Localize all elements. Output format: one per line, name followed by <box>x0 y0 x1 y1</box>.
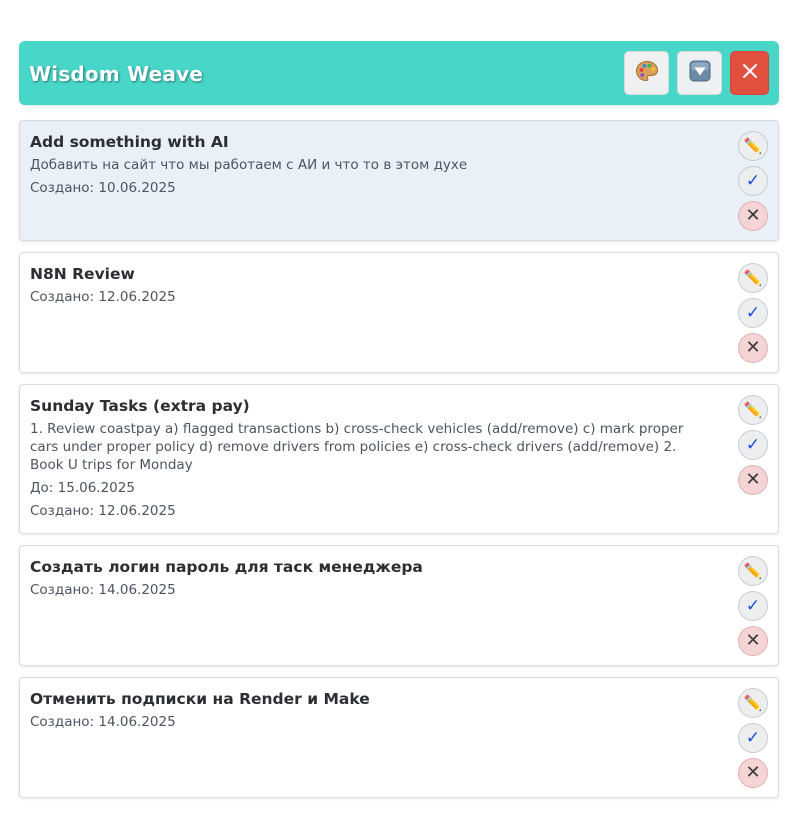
task-content: Отменить подписки на Render и Make Созда… <box>30 689 698 731</box>
x-icon: ✕ <box>745 337 761 358</box>
task-actions: ✏️ ✓ ✕ <box>738 263 768 368</box>
app-window: Wisdom Weave Add something with AI Добав… <box>0 0 800 829</box>
pencil-icon: ✏️ <box>743 269 763 287</box>
theme-button[interactable] <box>624 51 669 95</box>
task-card[interactable]: Отменить подписки на Render и Make Созда… <box>19 677 779 798</box>
pencil-icon: ✏️ <box>743 137 763 155</box>
delete-button[interactable]: ✕ <box>738 333 768 363</box>
task-content: N8N Review Создано: 12.06.2025 <box>30 264 698 306</box>
pencil-icon: ✏️ <box>743 562 763 580</box>
check-icon: ✓ <box>745 596 761 616</box>
task-card[interactable]: Создать логин пароль для таск менеджера … <box>19 545 779 666</box>
edit-button[interactable]: ✏️ <box>738 131 768 161</box>
task-title: Add something with AI <box>30 133 229 151</box>
task-title: Sunday Tasks (extra pay) <box>30 397 250 415</box>
task-description: Добавить на сайт что мы работаем с АИ и … <box>30 157 468 173</box>
check-icon: ✓ <box>745 171 761 191</box>
task-card[interactable]: Sunday Tasks (extra pay) 1. Review coast… <box>19 384 779 534</box>
edit-button[interactable]: ✏️ <box>738 395 768 425</box>
app-title: Wisdom Weave <box>29 62 204 86</box>
task-content: Создать логин пароль для таск менеджера … <box>30 557 698 599</box>
complete-button[interactable]: ✓ <box>738 591 768 621</box>
task-title: N8N Review <box>30 265 135 283</box>
edit-button[interactable]: ✏️ <box>738 688 768 718</box>
x-icon: ✕ <box>745 469 761 490</box>
pencil-icon: ✏️ <box>743 401 763 419</box>
task-card[interactable]: Add something with AI Добавить на сайт ч… <box>19 120 779 241</box>
palette-icon <box>635 60 659 86</box>
complete-button[interactable]: ✓ <box>738 166 768 196</box>
close-button[interactable] <box>730 51 769 95</box>
delete-button[interactable]: ✕ <box>738 626 768 656</box>
task-actions: ✏️ ✓ ✕ <box>738 556 768 661</box>
task-created-date: Создано: 12.06.2025 <box>30 503 176 519</box>
app-header: Wisdom Weave <box>19 41 779 105</box>
task-created-date: Создано: 14.06.2025 <box>30 714 176 730</box>
complete-button[interactable]: ✓ <box>738 298 768 328</box>
edit-button[interactable]: ✏️ <box>738 556 768 586</box>
complete-button[interactable]: ✓ <box>738 723 768 753</box>
task-actions: ✏️ ✓ ✕ <box>738 131 768 236</box>
complete-button[interactable]: ✓ <box>738 430 768 460</box>
check-icon: ✓ <box>745 435 761 455</box>
task-due-date: До: 15.06.2025 <box>30 480 135 496</box>
filter-button[interactable] <box>677 51 722 95</box>
delete-button[interactable]: ✕ <box>738 201 768 231</box>
delete-button[interactable]: ✕ <box>738 465 768 495</box>
task-actions: ✏️ ✓ ✕ <box>738 688 768 793</box>
task-title: Отменить подписки на Render и Make <box>30 690 370 708</box>
task-card[interactable]: N8N Review Создано: 12.06.2025 ✏️ ✓ ✕ <box>19 252 779 373</box>
filter-down-icon <box>689 60 711 86</box>
check-icon: ✓ <box>745 303 761 323</box>
x-icon: ✕ <box>745 762 761 783</box>
check-icon: ✓ <box>745 728 761 748</box>
task-content: Sunday Tasks (extra pay) 1. Review coast… <box>30 396 698 520</box>
task-created-date: Создано: 12.06.2025 <box>30 289 176 305</box>
task-created-date: Создано: 10.06.2025 <box>30 180 176 196</box>
edit-button[interactable]: ✏️ <box>738 263 768 293</box>
task-content: Add something with AI Добавить на сайт ч… <box>30 132 698 197</box>
task-created-date: Создано: 14.06.2025 <box>30 582 176 598</box>
x-icon: ✕ <box>745 630 761 651</box>
x-icon: ✕ <box>745 205 761 226</box>
close-icon <box>742 63 758 83</box>
task-actions: ✏️ ✓ ✕ <box>738 395 768 500</box>
pencil-icon: ✏️ <box>743 694 763 712</box>
task-title: Создать логин пароль для таск менеджера <box>30 558 423 576</box>
task-description: 1. Review coastpay a) flagged transactio… <box>30 421 684 473</box>
delete-button[interactable]: ✕ <box>738 758 768 788</box>
